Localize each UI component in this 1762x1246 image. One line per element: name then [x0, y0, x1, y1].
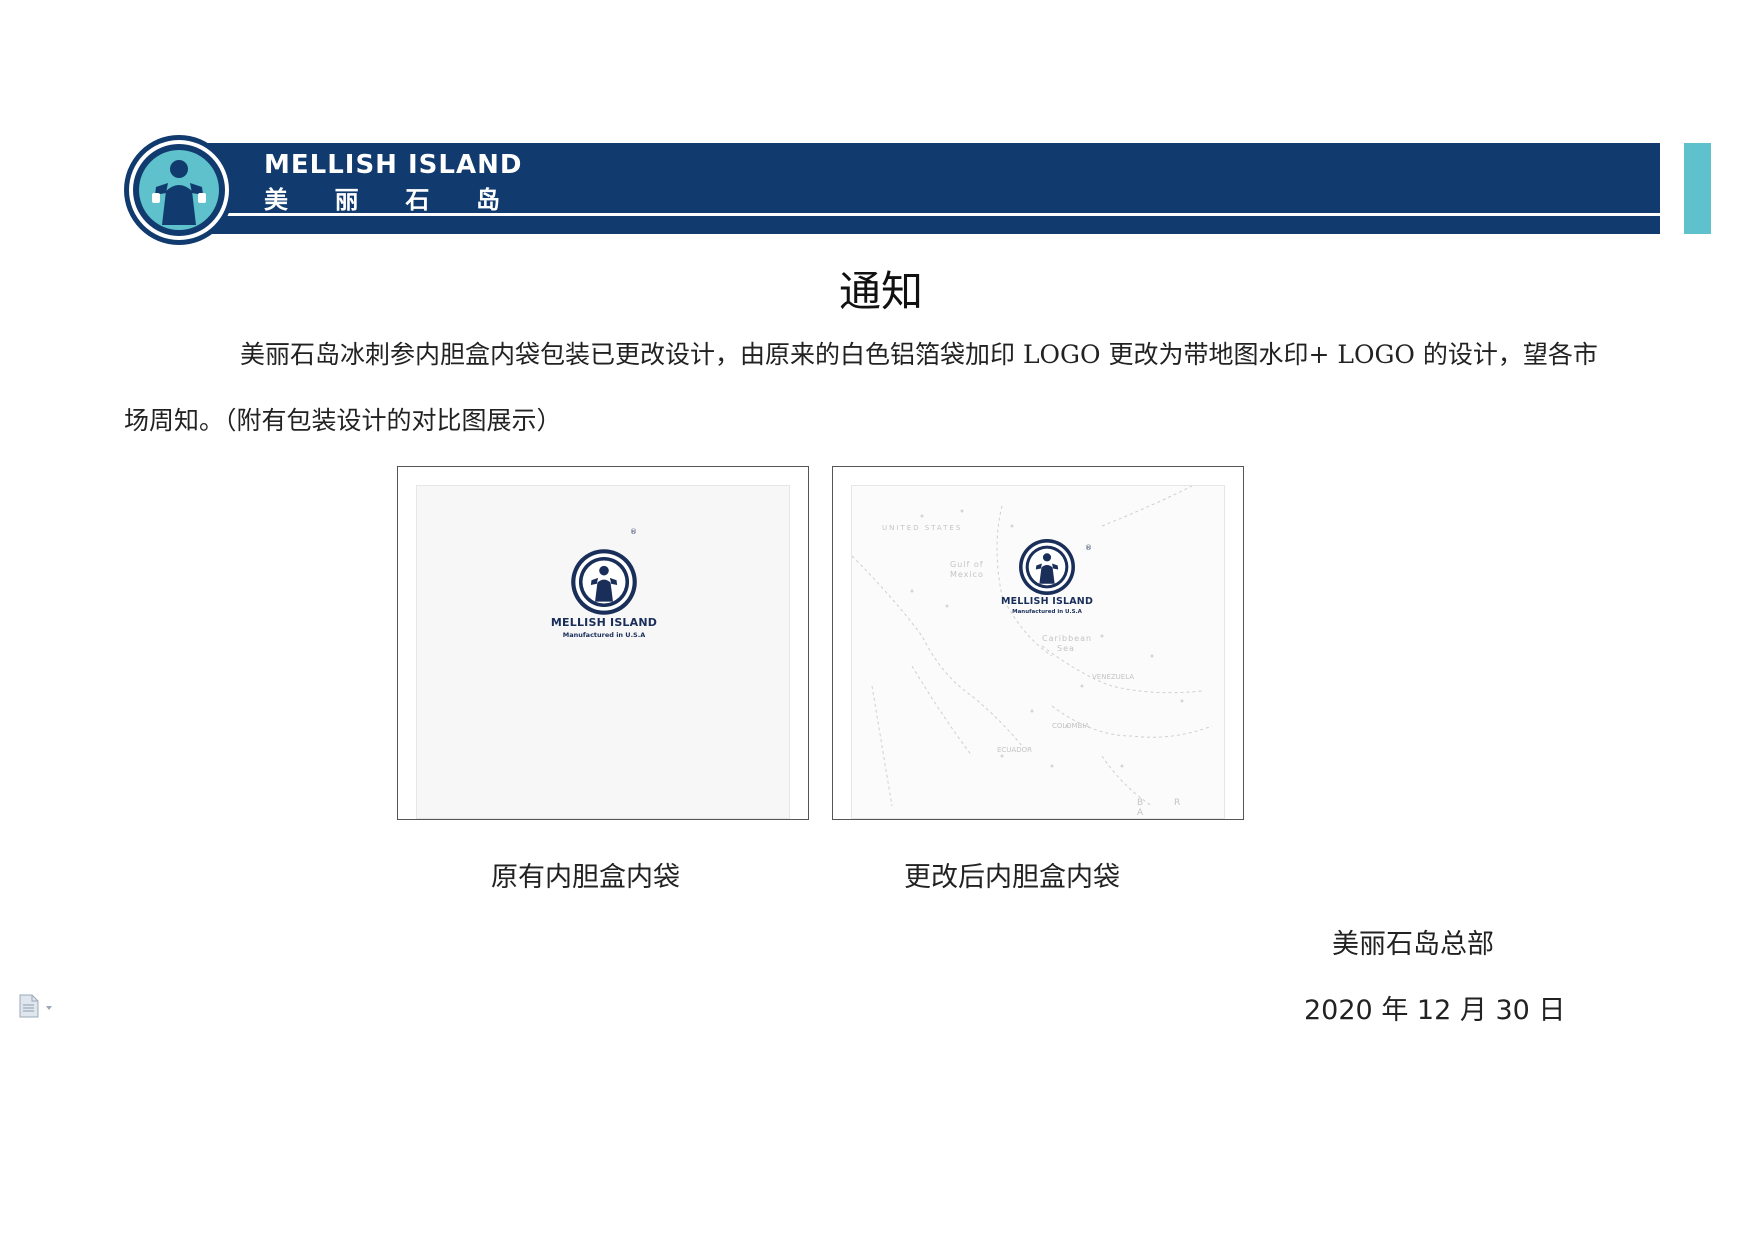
brand-cn-char: 美: [264, 186, 288, 214]
map-label: VENEZUELA: [1092, 673, 1135, 681]
brand-cn-char: 石: [405, 186, 430, 214]
registered-mark: ®: [1085, 544, 1092, 552]
banner-accent-bar: [1684, 143, 1711, 234]
original-bag-panel: MELLISH ISLAND Manufactured in U.S.A ®: [416, 485, 790, 819]
date-month-unit: 月: [1459, 995, 1487, 1026]
registered-mark: ®: [630, 528, 637, 536]
caption-original: 原有内胆盒内袋: [491, 862, 680, 893]
seal-icon: [1019, 539, 1075, 595]
original-logo: MELLISH ISLAND Manufactured in U.S.A: [529, 548, 679, 639]
figure-updated-bag: UNITED STATES Gulf of Mexico Caribbean S…: [832, 466, 1244, 820]
map-label: Gulf of: [950, 560, 984, 569]
map-watermark: [852, 486, 1213, 807]
logo-subtitle: Manufactured in U.S.A: [562, 631, 646, 639]
logo-name: MELLISH ISLAND: [1000, 596, 1094, 607]
updated-bag-panel: UNITED STATES Gulf of Mexico Caribbean S…: [851, 485, 1225, 819]
date-month: 12: [1416, 995, 1452, 1026]
caption-updated: 更改后内胆盒内袋: [904, 862, 1120, 893]
document-icon[interactable]: [18, 994, 58, 1018]
map-label: UNITED STATES: [882, 524, 963, 532]
map-label: B R A: [1137, 798, 1195, 818]
date-year: 2020: [1304, 995, 1373, 1026]
notice-title: 通知: [838, 267, 923, 316]
issue-date: 2020 年 12 月 30 日: [1304, 988, 1565, 1027]
brand-name-cn: 美 丽 石 岛: [264, 180, 500, 215]
brand-seal-logo: [124, 135, 234, 245]
brand-cn-char: 丽: [334, 186, 359, 214]
brand-cn-char: 岛: [475, 186, 500, 214]
map-label: ECUADOR: [997, 746, 1032, 754]
date-day-unit: 日: [1538, 995, 1566, 1026]
logo-subtitle: Manufactured in U.S.A: [1012, 609, 1082, 615]
logo-name: MELLISH ISLAND: [550, 616, 658, 629]
date-day: 30: [1495, 995, 1530, 1026]
seal-icon: [571, 549, 637, 615]
map-label: Sea: [1057, 644, 1075, 653]
map-label: Caribbean: [1042, 634, 1093, 643]
map-label: COLOMBIA: [1052, 722, 1090, 730]
figure-original-bag: MELLISH ISLAND Manufactured in U.S.A ®: [397, 466, 809, 820]
notice-body: 美丽石岛冰刺参内胆盒内袋包装已更改设计，由原来的白色铝箔袋加印 LOGO 更改为…: [124, 340, 1598, 435]
brand-name-en: MELLISH ISLAND: [264, 150, 523, 180]
issuer-signature: 美丽石岛总部: [1332, 929, 1494, 960]
map-label: Mexico: [950, 570, 984, 579]
date-year-unit: 年: [1381, 995, 1409, 1026]
